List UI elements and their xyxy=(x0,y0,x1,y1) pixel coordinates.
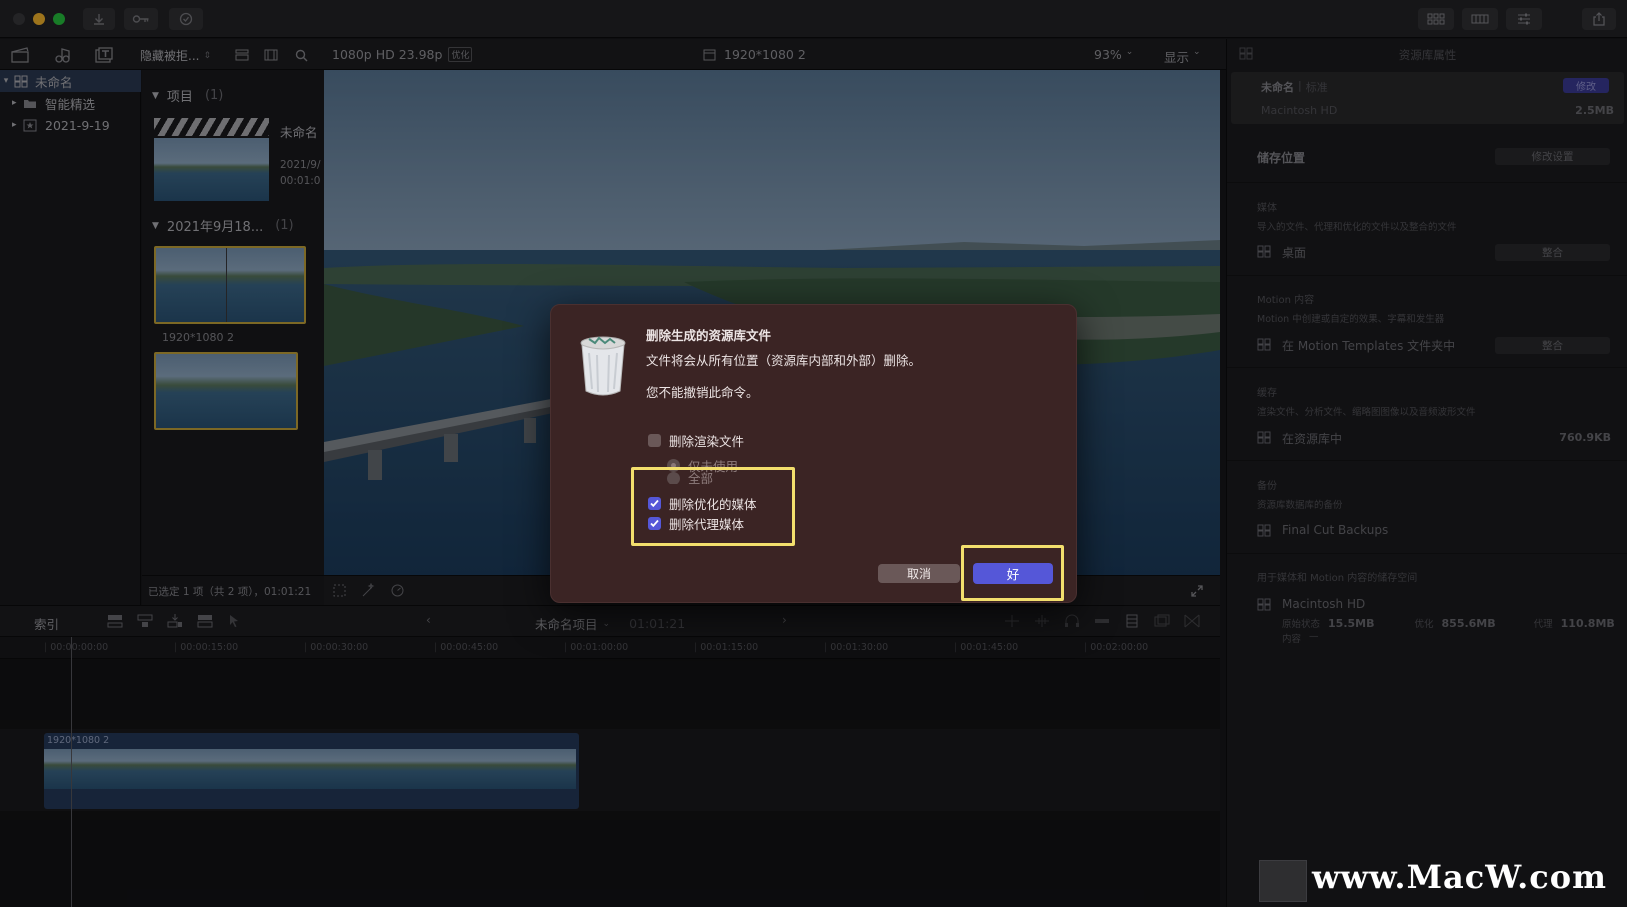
dialog-message: 文件将会从所有位置（资源库内部和外部）删除。 xyxy=(646,353,922,368)
checkmark-icon xyxy=(650,519,659,528)
delete-render-label: 删除渲染文件 xyxy=(669,434,745,449)
cancel-button[interactable]: 取消 xyxy=(878,564,960,583)
ok-button[interactable]: 好 xyxy=(973,563,1053,584)
delete-optimized-checkbox[interactable]: 删除优化的媒体 xyxy=(648,494,757,513)
checkbox-checked[interactable] xyxy=(648,517,661,530)
watermark-logo xyxy=(1259,860,1307,902)
delete-generated-files-dialog: 删除生成的资源库文件 文件将会从所有位置（资源库内部和外部）删除。 您不能撤销此… xyxy=(550,304,1077,603)
delete-optimized-label: 删除优化的媒体 xyxy=(669,497,757,512)
trash-can-icon xyxy=(580,336,626,396)
dialog-warning: 您不能撤销此命令。 xyxy=(646,385,759,400)
checkmark-icon xyxy=(650,499,659,508)
checkbox-unchecked[interactable] xyxy=(648,434,661,447)
dialog-title: 删除生成的资源库文件 xyxy=(646,328,772,343)
delete-proxy-label: 删除代理媒体 xyxy=(669,517,745,532)
delete-render-checkbox[interactable]: 删除渲染文件 xyxy=(648,431,744,450)
watermark-text: www.MacW.com xyxy=(1312,858,1607,896)
final-cut-pro-window: 隐藏被拒... ⇕ 1080p HD 23.98p 优化 1920*1080 2… xyxy=(0,0,1627,907)
checkbox-checked[interactable] xyxy=(648,497,661,510)
delete-proxy-checkbox[interactable]: 删除代理媒体 xyxy=(648,514,744,533)
